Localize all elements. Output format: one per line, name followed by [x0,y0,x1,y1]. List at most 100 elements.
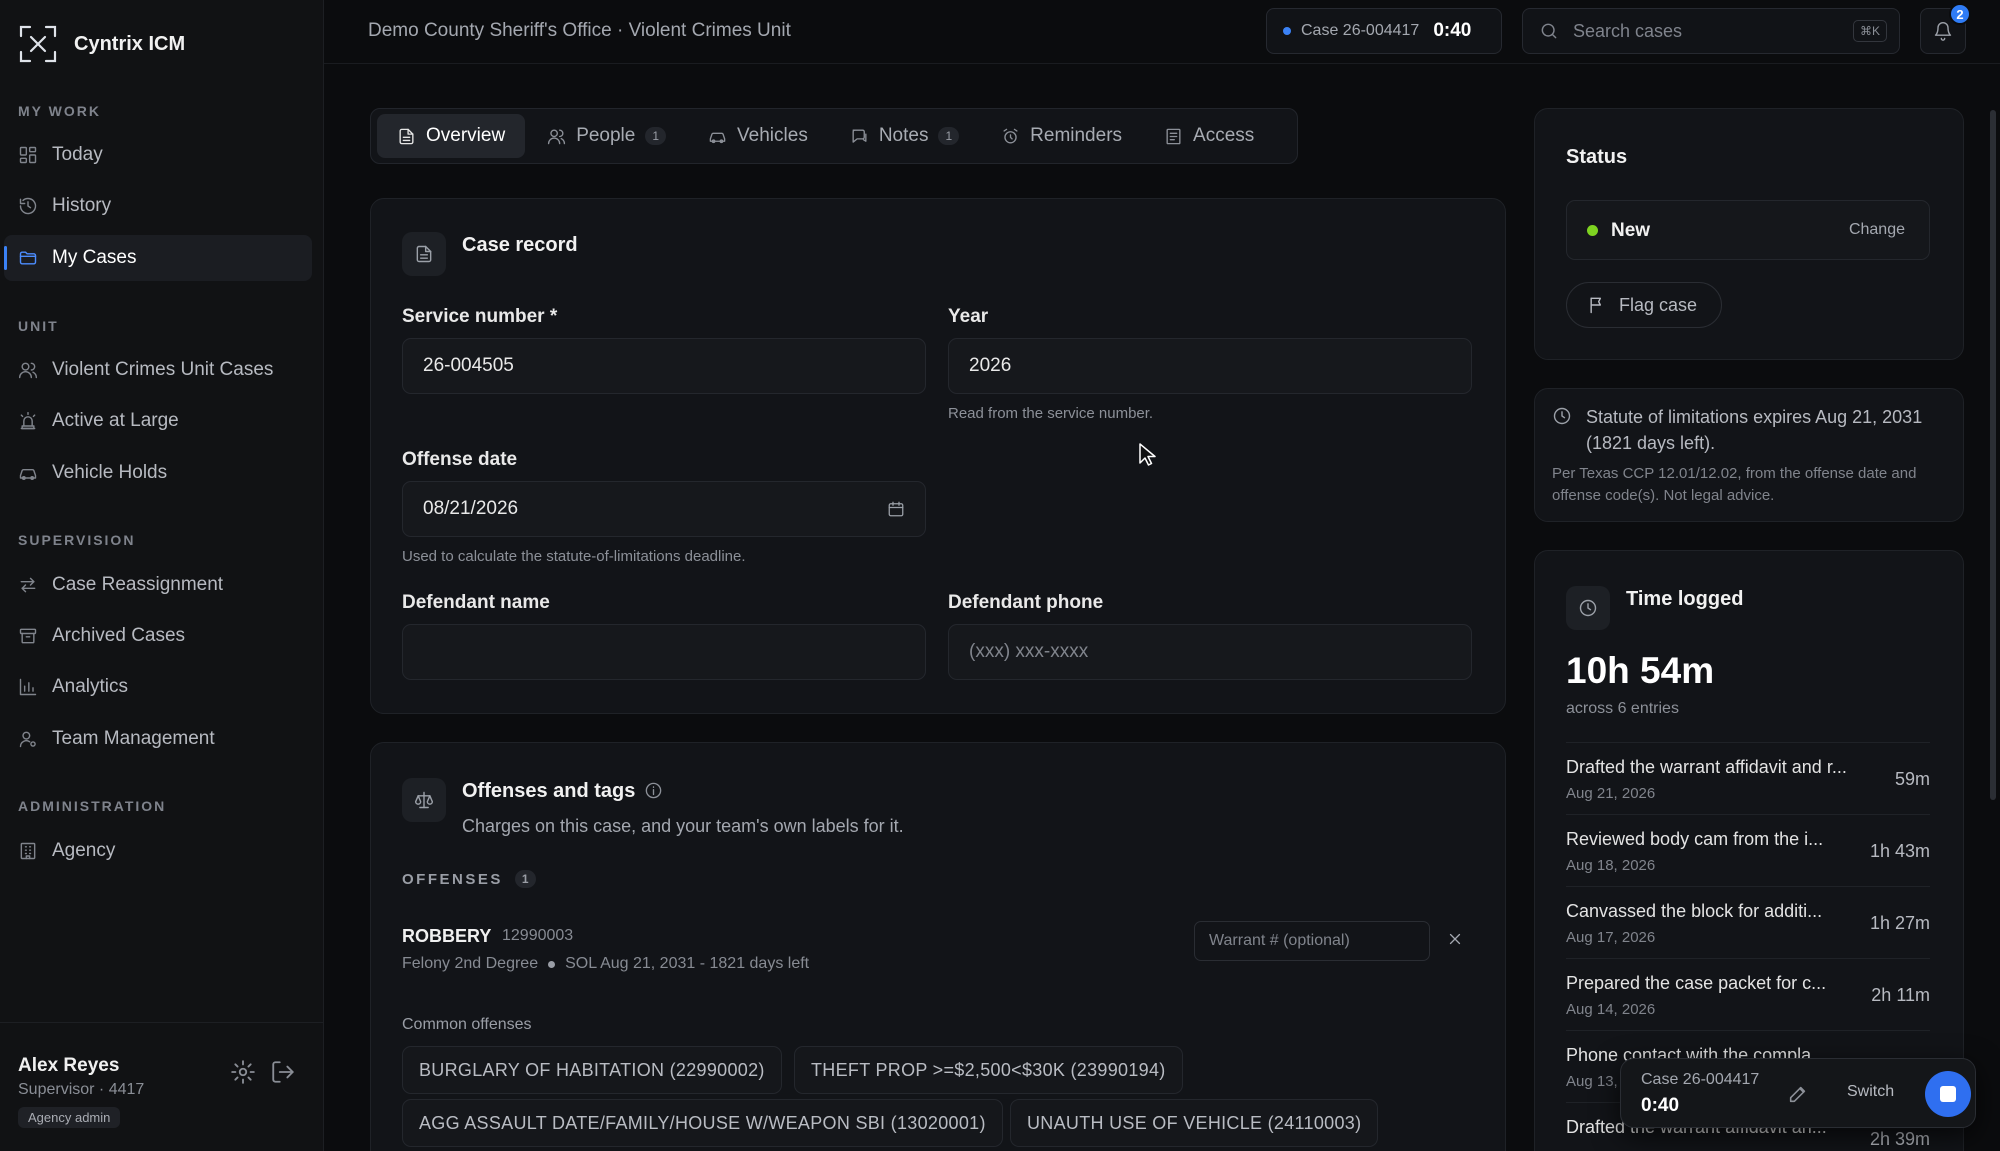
sidebar-item-agency[interactable]: Agency [4,828,312,874]
sidebar-item-label: Archived Cases [52,625,186,646]
year-input[interactable]: 2026 [948,338,1472,394]
sidebar-item-history[interactable]: History [4,183,312,229]
sidebar-item-active-at-large[interactable]: Active at Large [4,398,312,444]
notification-count-badge: 2 [1949,3,1971,25]
time-entry-date: Aug 17, 2026 [1566,929,1656,946]
folder-icon [19,251,37,265]
car-icon [19,468,37,480]
defendant-phone-input[interactable]: (xxx) xxx-xxxx [948,624,1472,680]
separator-dot [548,960,556,968]
user-profile: Alex Reyes Supervisor · 4417 Agency admi… [0,1022,323,1151]
search-box[interactable]: ⌘K [1522,8,1900,54]
sidebar-item-label: Today [52,144,103,165]
time-entry-duration: 1h 27m [1869,913,1930,933]
time-entry-date: Aug 21, 2026 [1566,785,1656,802]
sidebar-item-label: My Cases [52,247,137,268]
sidebar-item-label: Analytics [52,676,129,697]
offense-date-value: 08/21/2026 [423,498,519,519]
tab-notes[interactable]: Notes 1 [830,114,979,158]
tab-vehicles[interactable]: Vehicles [688,114,828,158]
user-name: Alex Reyes [18,1055,120,1076]
floating-timer-widget: Case 26-004417 0:40 Switch [1620,1058,1976,1128]
timer-case-id: Case 26-004417 [1301,22,1420,39]
sidebar-item-label: History [52,195,112,216]
flag-case-button[interactable]: Flag case [1566,282,1722,328]
sidebar-item-team-management[interactable]: Team Management [4,716,312,762]
time-logged-total: 10h 54m [1566,650,1715,691]
edit-pencil-icon[interactable] [1787,1083,1809,1105]
search-shortcut: ⌘K [1852,20,1887,42]
tab-people[interactable]: People 1 [527,114,686,158]
tab-label: Vehicles [737,125,808,146]
time-entry[interactable]: Prepared the case packet for c... Aug 14… [1566,958,1930,1030]
alarm-icon [1003,128,1018,144]
sidebar-item-label: Vehicle Holds [52,462,168,483]
sidebar-item-label: Case Reassignment [52,574,224,595]
switch-case-button[interactable]: Switch [1847,1083,1894,1101]
info-icon[interactable] [644,781,663,800]
status-selector[interactable]: New Change [1566,200,1930,260]
people-icon [548,128,566,144]
section-label-supervision: SUPERVISION [18,532,136,548]
notifications-button[interactable]: 2 [1920,3,1971,54]
sidebar: Cyntrix ICM MY WORK Today History My Cas… [0,0,324,1151]
sidebar-item-case-reassignment[interactable]: Case Reassignment [4,562,312,608]
time-entry-description: Reviewed body cam from the i... [1566,829,1824,849]
bar-chart-icon [19,678,37,696]
time-entry-duration: 1h 43m [1869,841,1930,861]
service-number-input[interactable]: 26-004505 [402,338,926,394]
key-list-icon [1166,128,1181,144]
app-name: Cyntrix ICM [74,32,186,55]
tab-overview[interactable]: Overview [377,114,526,158]
time-entry[interactable]: Reviewed body cam from the i... Aug 18, … [1566,814,1930,886]
sidebar-item-archived-cases[interactable]: Archived Cases [4,613,312,659]
offense-meta: Felony 2nd Degree SOL Aug 21, 2031 - 182… [402,955,809,973]
sidebar-item-violent-crimes-unit-cases[interactable]: Violent Crimes Unit Cases [4,347,312,393]
sidebar-item-my-cases[interactable]: My Cases [4,235,312,281]
tab-access[interactable]: Access [1144,114,1274,158]
timer-value: 0:40 [1433,20,1472,41]
calendar-icon[interactable] [887,500,905,518]
case-record-title: Case record [462,234,578,256]
active-case-timer[interactable]: Case 26-004417 0:40 [1266,8,1502,54]
section-label-administration: ADMINISTRATION [18,798,167,814]
sidebar-item-label: Violent Crimes Unit Cases [52,359,274,380]
stop-timer-button[interactable] [1925,1071,1971,1117]
logout-icon[interactable] [270,1059,296,1085]
stop-icon [1940,1086,1956,1102]
time-entry[interactable]: Drafted the warrant affidavit and r... A… [1566,742,1930,814]
offense-date-input[interactable]: 08/21/2026 [402,481,926,537]
status-dot [1587,225,1598,236]
offenses-count: 1 [514,870,536,888]
document-icon [416,245,432,263]
user-badge: Agency admin [18,1107,121,1128]
time-entry[interactable]: Canvassed the block for additi... Aug 17… [1566,886,1930,958]
offense-code: 12990003 [502,927,574,944]
remove-offense-close-icon[interactable] [1446,930,1464,948]
status-value: New [1611,220,1651,241]
common-offense-chip[interactable]: THEFT PROP >=$2,500<$30K (23990194) [794,1046,1183,1094]
warrant-input[interactable]: Warrant # (optional) [1194,921,1430,961]
tab-reminders[interactable]: Reminders [981,114,1142,158]
sidebar-item-today[interactable]: Today [4,132,312,178]
tab-label: Access [1193,125,1255,146]
sidebar-item-vehicle-holds[interactable]: Vehicle Holds [4,450,312,496]
common-offense-chip[interactable]: UNAUTH USE OF VEHICLE (24110003) [1010,1099,1379,1147]
clock-icon [1553,407,1571,425]
defendant-name-input[interactable] [402,624,926,680]
common-offense-chip[interactable]: BURGLARY OF HABITATION (22990002) [402,1046,782,1094]
defendant-name-label: Defendant name [402,592,550,613]
common-offenses-label: Common offenses [402,1016,532,1033]
tab-label: People [576,125,636,146]
offense-date-hint: Used to calculate the statute-of-limitat… [402,548,746,565]
change-status-button[interactable]: Change [1849,221,1905,239]
section-label-my-work: MY WORK [18,103,101,119]
floating-timer-case-id: Case 26-004417 [1641,1071,1760,1088]
sidebar-item-analytics[interactable]: Analytics [4,664,312,710]
settings-gear-icon[interactable] [230,1059,256,1085]
offense-date-label: Offense date [402,449,518,470]
common-offense-chip[interactable]: AGG ASSAULT DATE/FAMILY/HOUSE W/WEAPON S… [402,1099,1003,1147]
brand[interactable]: Cyntrix ICM [18,24,185,64]
page-scrollbar[interactable] [1990,110,1996,800]
search-input[interactable] [1573,20,1833,42]
